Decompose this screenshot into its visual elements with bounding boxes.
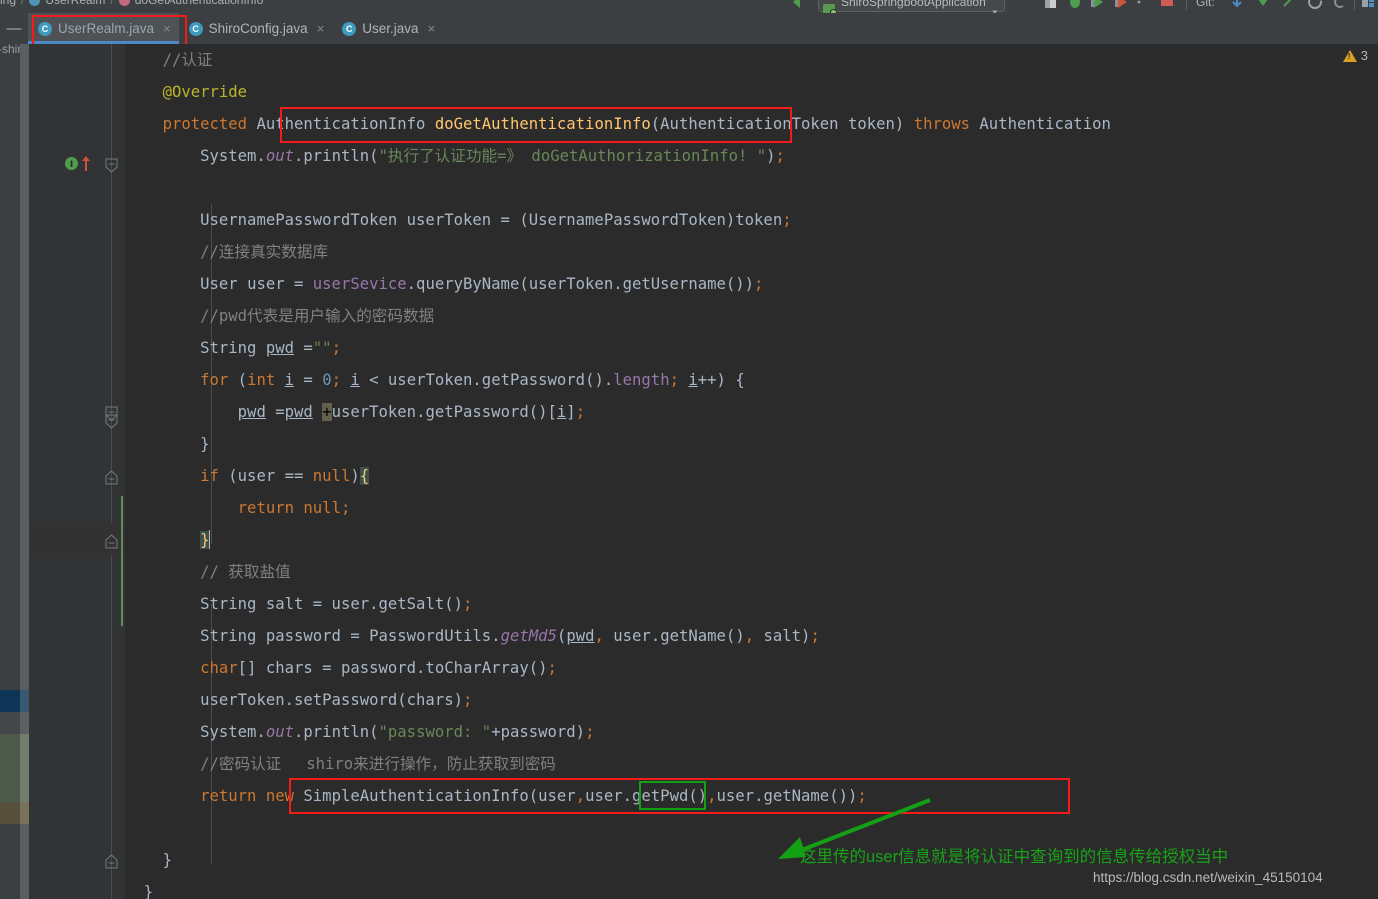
toolbar-divider [1186,0,1187,10]
breadcrumb-separator-1: / [21,0,25,7]
class-icon: C [342,21,357,36]
scroll-marker-2 [20,712,29,734]
warning-count: 3 [1360,48,1368,63]
scroll-marker-3 [20,734,29,802]
more-run-options-icon[interactable] [1136,0,1142,11]
breadcrumb-separator-2: / [110,0,114,7]
tab-user-java[interactable]: C User.java × [332,13,443,44]
run-configuration-label: ShiroSpringbootApplication [841,0,986,9]
code-comment-60: // 获取盐值 [200,563,291,581]
history-icon[interactable] [1306,0,1324,11]
code-annotation-45: @Override [162,83,248,101]
search-everywhere-icon[interactable] [1360,0,1378,11]
fold-marker-if[interactable] [104,406,119,421]
vcs-change-bar [121,496,123,626]
run-with-coverage-icon[interactable] [1090,0,1108,11]
class-icon [29,0,41,6]
code-comment-50: //连接真实数据库 [200,243,329,261]
marker-changed-1 [0,690,20,712]
hide-tabs-icon[interactable]: — [0,20,28,37]
toolbar-divider-2 [1354,0,1355,10]
fold-marker-method[interactable] [104,158,119,173]
push-icon[interactable] [1280,0,1298,11]
breadcrumb-package[interactable]: ing [0,0,16,7]
warning-triangle-icon [1342,49,1357,62]
tab-label: UserRealm.java [58,21,155,36]
line-number-gutter [29,44,99,899]
breadcrumb-method[interactable]: doGetAuthenticationInfo [135,0,264,7]
breadcrumb-class[interactable]: UserRealm [45,0,105,7]
ide-window: ing / UserRealm / doGetAuthenticationInf… [0,0,1378,899]
tab-shiroconfig-java[interactable]: C ShiroConfig.java × [179,13,333,44]
profile-icon[interactable] [1114,0,1132,11]
marker-neutral [0,712,20,734]
scroll-marker-1 [20,690,29,712]
run-configuration-selector[interactable]: ShiroSpringbootApplication ▼ [818,0,1005,13]
tab-label: ShiroConfig.java [208,21,308,36]
inspection-status-widget[interactable]: 3 [1342,48,1368,63]
watermark-url: https://blog.csdn.net/weixin_45150104 [1093,870,1323,885]
rollback-icon[interactable] [1330,0,1348,11]
svg-text:I: I [70,160,73,170]
close-icon[interactable]: × [428,21,436,36]
close-icon[interactable]: × [163,21,171,36]
marker-added [0,734,20,802]
tab-label: User.java [362,21,419,36]
implementing-method-icon[interactable]: I [64,156,79,171]
commit-icon[interactable] [1254,0,1272,11]
run-icon[interactable] [1042,0,1060,11]
method-icon [118,0,130,6]
git-label: Git: [1196,0,1215,9]
top-strip: ing / UserRealm / doGetAuthenticationInf… [0,0,1378,13]
editor-tab-bar: — C UserRealm.java × C ShiroConfig.java … [0,13,1378,44]
debug-icon[interactable] [1066,0,1084,11]
tab-userrealm-java[interactable]: C UserRealm.java × [28,13,179,44]
class-icon: C [188,21,203,36]
code-content[interactable]: //认证 @Override protected AuthenticationI… [125,44,1378,899]
fold-marker-method-end[interactable] [104,854,119,869]
marker-modified [0,802,20,824]
stop-icon[interactable] [1158,0,1176,11]
breadcrumb[interactable]: ing / UserRealm / doGetAuthenticationInf… [0,0,263,7]
code-comment-52: //pwd代表是用户输入的密码数据 [200,307,435,325]
class-icon: C [38,21,52,36]
fold-marker-if-end[interactable] [104,534,119,549]
back-arrow-icon[interactable] [788,0,806,11]
update-project-icon[interactable] [1228,0,1246,11]
code-comment-66: //密码认证 shiro来进行操作，防止获取到密码 [200,755,556,773]
overriding-arrow-icon[interactable] [80,154,92,172]
code-comment-44: //认证 [162,51,213,69]
fold-marker-for-end[interactable] [104,470,119,485]
annotation-note-text: 这里传的user信息就是将认证中查询到的信息传给授权当中 [800,848,1229,866]
close-icon[interactable]: × [317,21,325,36]
scroll-marker-4 [20,802,29,824]
code-editor[interactable]: -shiro 444546474849505152535455565758596… [0,42,1378,899]
